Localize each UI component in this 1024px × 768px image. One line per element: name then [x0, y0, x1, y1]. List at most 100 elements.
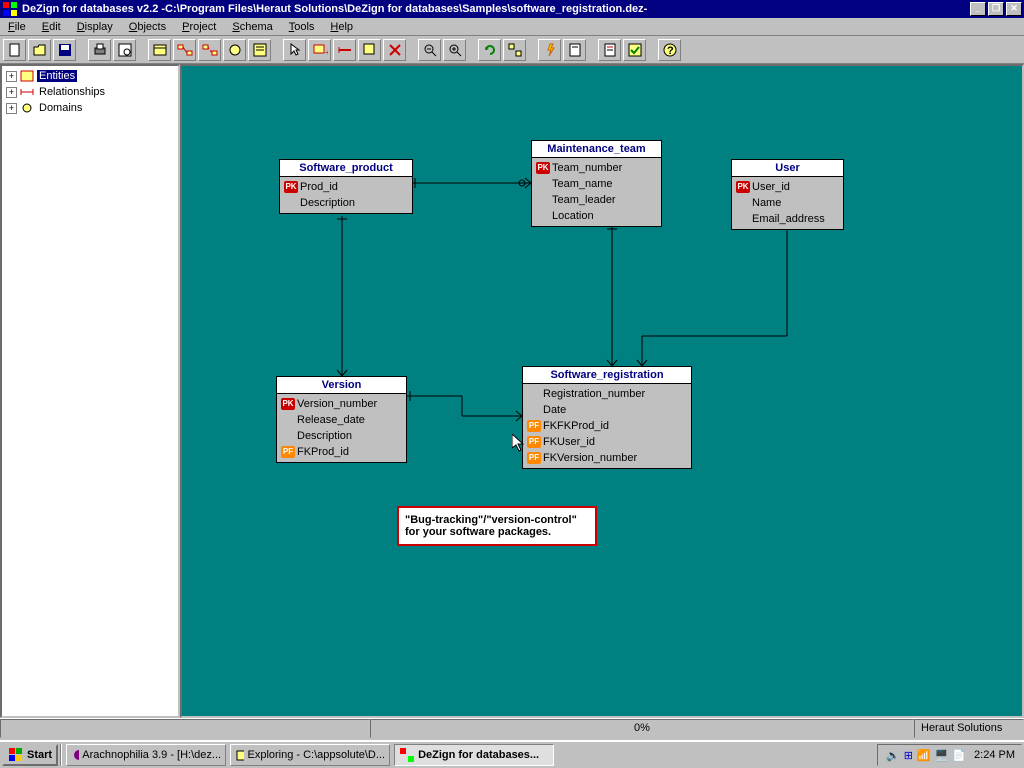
tool-domain[interactable]: [223, 39, 246, 61]
tool-delete[interactable]: [383, 39, 406, 61]
tool-script[interactable]: [563, 39, 586, 61]
entity-title: Version: [277, 377, 406, 394]
task-exploring[interactable]: Exploring - C:\appsolute\D...: [230, 744, 390, 766]
entity-body: PKTeam_number ..Team_name ..Team_leader …: [532, 158, 661, 226]
svg-text:+: +: [325, 47, 328, 58]
field-row: ..Team_name: [536, 176, 657, 192]
tree-item-entities[interactable]: + Entities: [4, 68, 176, 84]
svg-text:?: ?: [667, 45, 674, 57]
tool-add-note[interactable]: [358, 39, 381, 61]
entity-body: PKProd_id ..Description: [280, 177, 412, 213]
close-button[interactable]: ✕: [1006, 2, 1022, 16]
menu-file[interactable]: File: [0, 19, 34, 35]
fk-icon: PF: [527, 452, 541, 464]
tool-new[interactable]: [3, 39, 26, 61]
tray-icon[interactable]: 📄: [952, 749, 966, 762]
tool-entity[interactable]: [148, 39, 171, 61]
entity-version[interactable]: Version PKVersion_number ..Release_date …: [276, 376, 407, 463]
field-row: PFFKProd_id: [281, 444, 402, 460]
tool-help[interactable]: ?: [658, 39, 681, 61]
taskbar: Start Arachnophilia 3.9 - [H:\dez... Exp…: [0, 740, 1024, 768]
start-label: Start: [27, 749, 52, 761]
tool-check[interactable]: [623, 39, 646, 61]
menu-display[interactable]: Display: [69, 19, 121, 35]
tool-print-preview[interactable]: [113, 39, 136, 61]
tool-add-entity[interactable]: +: [308, 39, 331, 61]
menu-tools[interactable]: Tools: [281, 19, 323, 35]
tree-item-domains[interactable]: + Domains: [4, 100, 176, 116]
menu-project[interactable]: Project: [174, 19, 224, 35]
note-box[interactable]: "Bug-tracking"/"version-control" for you…: [397, 506, 597, 546]
entity-software-registration[interactable]: Software_registration ..Registration_num…: [522, 366, 692, 469]
status-progress: 0%: [370, 719, 914, 738]
tray-icon[interactable]: 📶: [917, 749, 931, 762]
tree-label: Entities: [37, 70, 77, 82]
tool-generate[interactable]: [538, 39, 561, 61]
pk-icon: PK: [284, 181, 298, 193]
expand-icon[interactable]: +: [6, 87, 17, 98]
field-row: ..Release_date: [281, 412, 402, 428]
tool-print[interactable]: [88, 39, 111, 61]
task-dezign[interactable]: DeZign for databases...: [394, 744, 554, 766]
entity-user[interactable]: User PKUser_id ..Name ..Email_address: [731, 159, 844, 230]
tool-note[interactable]: [248, 39, 271, 61]
toolbar: + ?: [0, 36, 1024, 64]
entity-title: Maintenance_team: [532, 141, 661, 158]
expand-icon[interactable]: +: [6, 71, 17, 82]
titlebar: DeZign for databases v2.2 -C:\Program Fi…: [0, 0, 1024, 18]
entity-body: ..Registration_number ..Date PFFKFKProd_…: [523, 384, 691, 468]
tree-item-relationships[interactable]: + Relationships: [4, 84, 176, 100]
field-row: PFFKFKProd_id: [527, 418, 687, 434]
expand-icon[interactable]: +: [6, 103, 17, 114]
start-button[interactable]: Start: [2, 744, 58, 766]
menu-objects[interactable]: Objects: [121, 19, 174, 35]
tool-add-relation[interactable]: [333, 39, 356, 61]
tool-relation[interactable]: [173, 39, 196, 61]
app-icon: [2, 1, 18, 17]
canvas[interactable]: Software_product PKProd_id ..Description…: [180, 64, 1024, 718]
tree-label: Relationships: [37, 86, 107, 98]
tool-zoom-in[interactable]: [443, 39, 466, 61]
entity-maintenance-team[interactable]: Maintenance_team PKTeam_number ..Team_na…: [531, 140, 662, 227]
tool-open[interactable]: [28, 39, 51, 61]
tree-label: Domains: [37, 102, 84, 114]
field-row: ..Description: [284, 195, 408, 211]
minimize-button[interactable]: _: [970, 2, 986, 16]
fk-icon: PF: [527, 436, 541, 448]
field-row: PFFKVersion_number: [527, 450, 687, 466]
field-row: ..Team_leader: [536, 192, 657, 208]
fk-icon: PF: [281, 446, 295, 458]
tool-pointer[interactable]: [283, 39, 306, 61]
tool-layout[interactable]: [503, 39, 526, 61]
status-message: [0, 719, 370, 738]
tree-panel: + Entities + Relationships + Domains: [0, 64, 180, 718]
entity-body: PKVersion_number ..Release_date ..Descri…: [277, 394, 406, 462]
field-row: PFFKUser_id: [527, 434, 687, 450]
tool-report[interactable]: [598, 39, 621, 61]
note-text: "Bug-tracking"/"version-control" for you…: [405, 514, 577, 538]
entity-title: User: [732, 160, 843, 177]
field-row: PKUser_id: [736, 179, 839, 195]
tool-relation2[interactable]: [198, 39, 221, 61]
tool-zoom-out[interactable]: [418, 39, 441, 61]
tray-clock[interactable]: 2:24 PM: [974, 749, 1015, 761]
maximize-button[interactable]: ❐: [988, 2, 1004, 16]
tray-icon[interactable]: 🖥️: [935, 749, 949, 762]
tray-icon[interactable]: 🔊: [886, 749, 900, 762]
tool-refresh[interactable]: [478, 39, 501, 61]
window-title: DeZign for databases v2.2 -C:\Program Fi…: [22, 3, 968, 15]
menu-schema[interactable]: Schema: [224, 19, 280, 35]
entity-software-product[interactable]: Software_product PKProd_id ..Description: [279, 159, 413, 214]
entity-title: Software_product: [280, 160, 412, 177]
statusbar: 0% Heraut Solutions: [0, 718, 1024, 738]
task-arachnophilia[interactable]: Arachnophilia 3.9 - [H:\dez...: [66, 744, 226, 766]
menu-edit[interactable]: Edit: [34, 19, 69, 35]
status-company: Heraut Solutions: [914, 719, 1024, 738]
tray-icon[interactable]: ⊞: [904, 749, 913, 762]
entity-icon: [20, 70, 34, 82]
menu-help[interactable]: Help: [322, 19, 361, 35]
system-tray: 🔊 ⊞ 📶 🖥️ 📄 2:24 PM: [877, 744, 1022, 766]
field-row: ..Name: [736, 195, 839, 211]
tool-save[interactable]: [53, 39, 76, 61]
windows-icon: [8, 747, 24, 763]
